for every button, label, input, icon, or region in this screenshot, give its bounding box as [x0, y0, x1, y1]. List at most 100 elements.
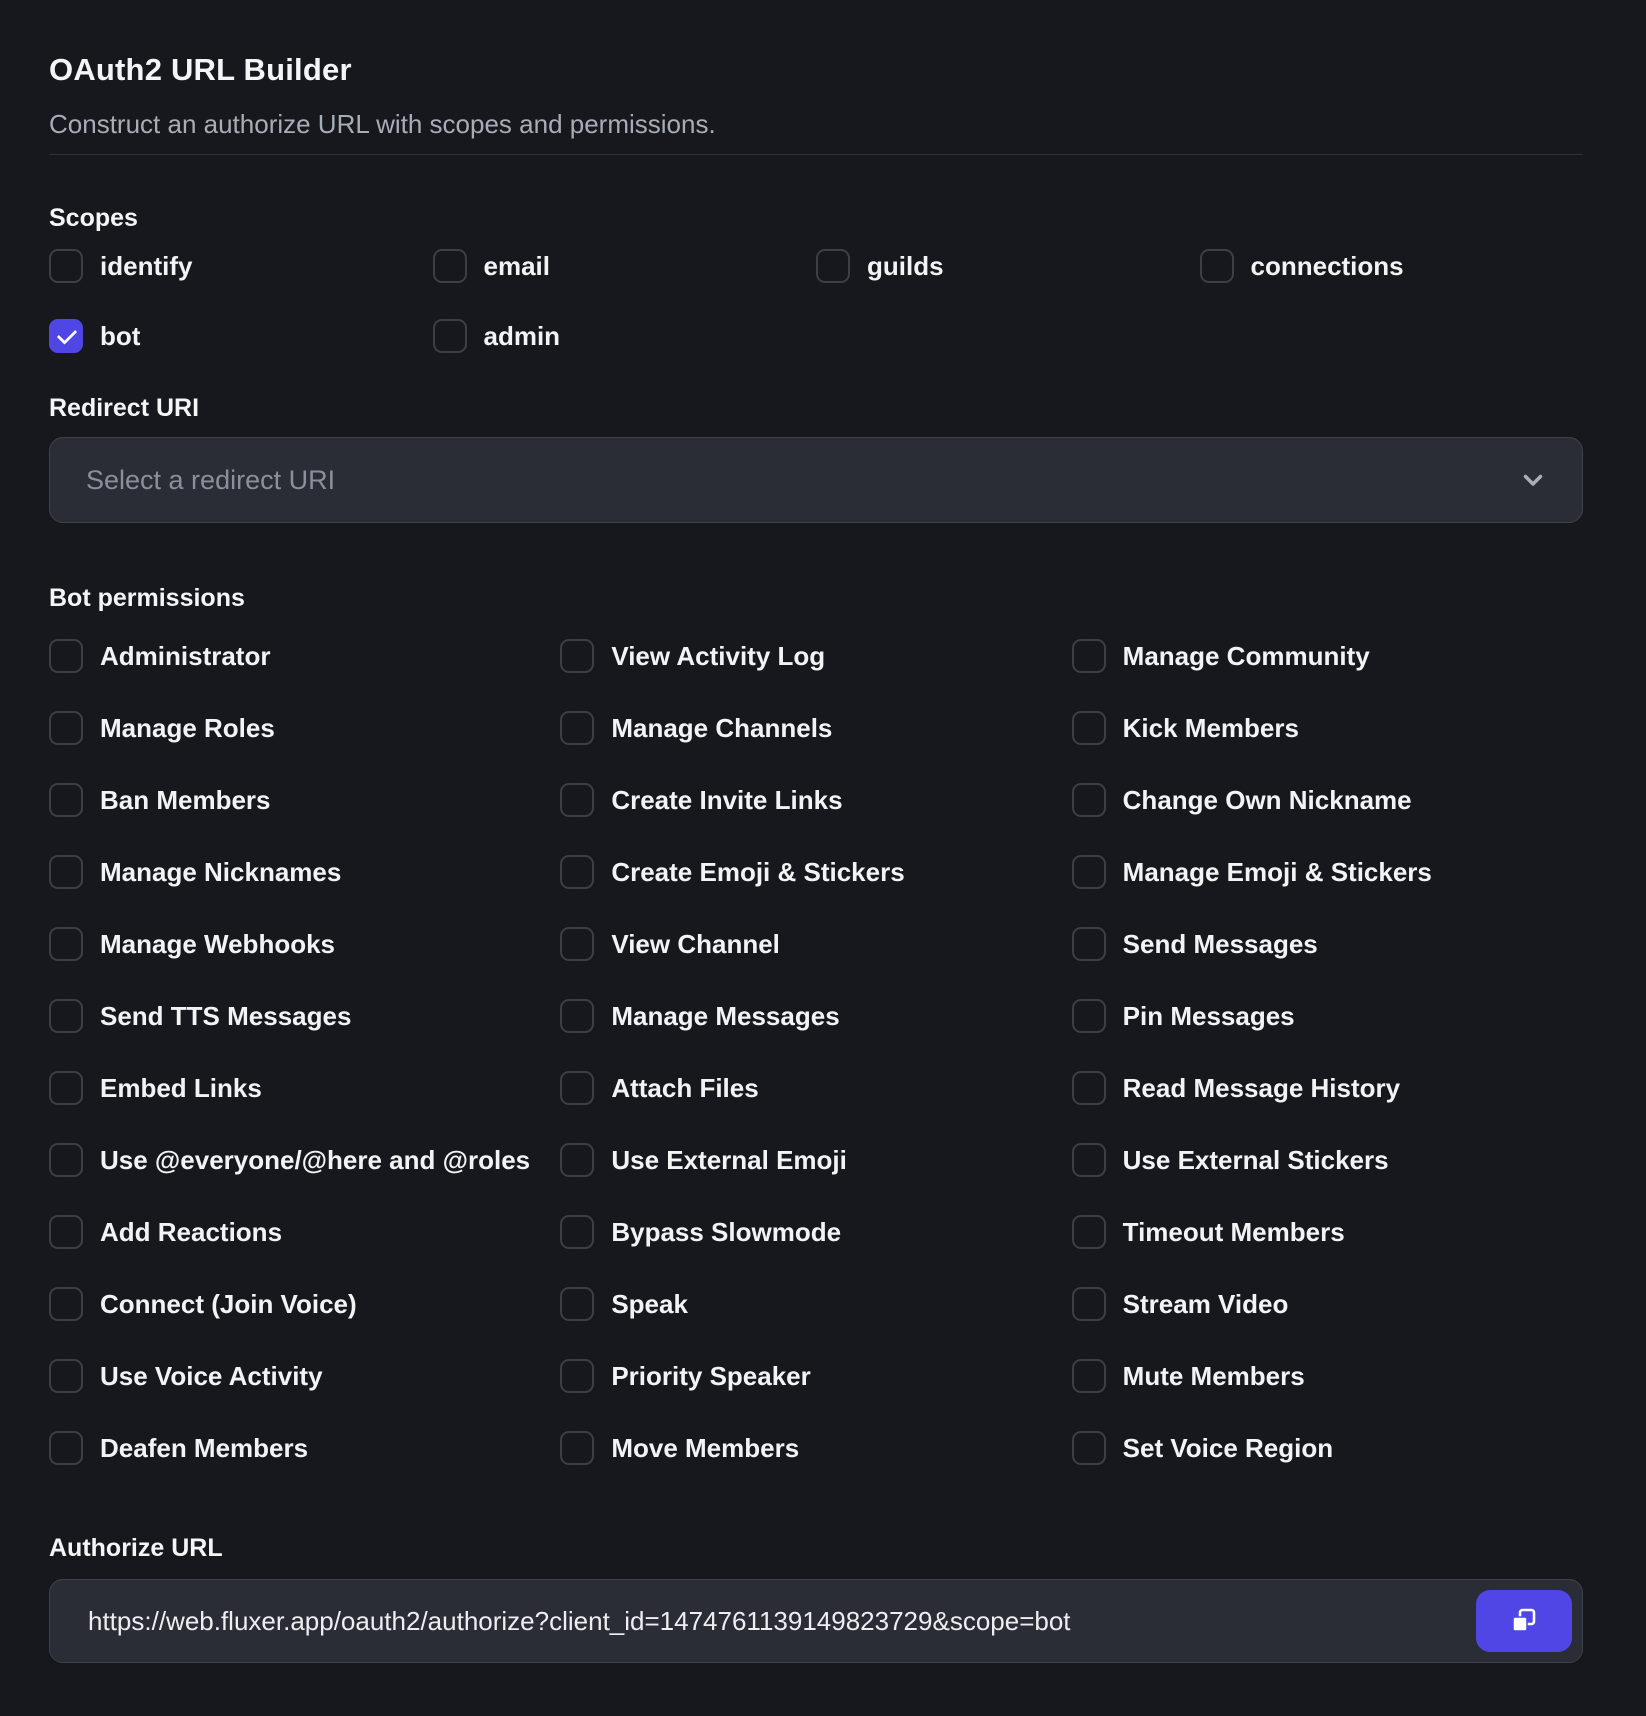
checkbox[interactable] — [560, 1287, 594, 1321]
checkbox[interactable] — [49, 711, 83, 745]
permission-checkbox-add-reactions[interactable]: Add Reactions — [49, 1215, 560, 1249]
permission-checkbox-send-messages[interactable]: Send Messages — [1072, 927, 1583, 961]
checkbox[interactable] — [1072, 1071, 1106, 1105]
checkbox[interactable] — [49, 1359, 83, 1393]
permission-checkbox-attach-files[interactable]: Attach Files — [560, 1071, 1071, 1105]
permission-checkbox-change-own-nickname[interactable]: Change Own Nickname — [1072, 783, 1583, 817]
permission-checkbox-deafen-members[interactable]: Deafen Members — [49, 1431, 560, 1465]
checkbox[interactable] — [49, 639, 83, 673]
checkbox[interactable] — [1072, 1431, 1106, 1465]
permission-checkbox-kick-members[interactable]: Kick Members — [1072, 711, 1583, 745]
checkbox[interactable] — [49, 1431, 83, 1465]
permission-checkbox-use-external-stickers[interactable]: Use External Stickers — [1072, 1143, 1583, 1177]
checkbox-label: Create Invite Links — [611, 785, 842, 816]
checkbox-label: Create Emoji & Stickers — [611, 857, 904, 888]
checkbox[interactable] — [1072, 1143, 1106, 1177]
checkbox[interactable] — [560, 711, 594, 745]
checkbox-label: Move Members — [611, 1433, 799, 1464]
permission-checkbox-view-channel[interactable]: View Channel — [560, 927, 1071, 961]
checkbox-label: Set Voice Region — [1123, 1433, 1333, 1464]
checkbox[interactable] — [49, 999, 83, 1033]
authorize-url-field: https://web.fluxer.app/oauth2/authorize?… — [49, 1579, 1583, 1663]
checkbox[interactable] — [560, 999, 594, 1033]
scope-checkbox-identify[interactable]: identify — [49, 249, 433, 283]
checkbox[interactable] — [1072, 927, 1106, 961]
checkbox[interactable] — [433, 319, 467, 353]
checkbox[interactable] — [1072, 639, 1106, 673]
permission-checkbox-bypass-slowmode[interactable]: Bypass Slowmode — [560, 1215, 1071, 1249]
copy-url-button[interactable] — [1476, 1590, 1572, 1652]
checkbox[interactable] — [49, 319, 83, 353]
divider — [49, 154, 1583, 155]
checkbox-label: admin — [484, 321, 561, 352]
permission-checkbox-priority-speaker[interactable]: Priority Speaker — [560, 1359, 1071, 1393]
permission-checkbox-timeout-members[interactable]: Timeout Members — [1072, 1215, 1583, 1249]
permission-checkbox-use-external-emoji[interactable]: Use External Emoji — [560, 1143, 1071, 1177]
permission-checkbox-embed-links[interactable]: Embed Links — [49, 1071, 560, 1105]
permission-checkbox-move-members[interactable]: Move Members — [560, 1431, 1071, 1465]
checkbox[interactable] — [433, 249, 467, 283]
permission-checkbox-view-activity-log[interactable]: View Activity Log — [560, 639, 1071, 673]
checkbox-label: guilds — [867, 251, 944, 282]
checkbox[interactable] — [560, 855, 594, 889]
checkbox[interactable] — [49, 1143, 83, 1177]
permission-checkbox-send-tts-messages[interactable]: Send TTS Messages — [49, 999, 560, 1033]
scope-checkbox-connections[interactable]: connections — [1200, 249, 1584, 283]
checkbox[interactable] — [560, 927, 594, 961]
permission-checkbox-administrator[interactable]: Administrator — [49, 639, 560, 673]
checkbox[interactable] — [560, 1215, 594, 1249]
checkbox-label: Read Message History — [1123, 1073, 1400, 1104]
checkbox[interactable] — [49, 927, 83, 961]
checkbox[interactable] — [49, 855, 83, 889]
checkbox[interactable] — [1072, 999, 1106, 1033]
permission-checkbox-speak[interactable]: Speak — [560, 1287, 1071, 1321]
permission-checkbox-manage-roles[interactable]: Manage Roles — [49, 711, 560, 745]
permission-checkbox-use-voice-activity[interactable]: Use Voice Activity — [49, 1359, 560, 1393]
permission-checkbox-connect-join-voice[interactable]: Connect (Join Voice) — [49, 1287, 560, 1321]
redirect-uri-select[interactable]: Select a redirect URI — [49, 437, 1583, 523]
checkbox[interactable] — [49, 1215, 83, 1249]
permission-checkbox-stream-video[interactable]: Stream Video — [1072, 1287, 1583, 1321]
permission-checkbox-manage-channels[interactable]: Manage Channels — [560, 711, 1071, 745]
checkbox[interactable] — [1200, 249, 1234, 283]
scope-checkbox-guilds[interactable]: guilds — [816, 249, 1200, 283]
checkbox[interactable] — [1072, 711, 1106, 745]
checkbox-label: Priority Speaker — [611, 1361, 810, 1392]
checkbox[interactable] — [49, 783, 83, 817]
checkbox[interactable] — [560, 1071, 594, 1105]
checkbox[interactable] — [816, 249, 850, 283]
permission-checkbox-set-voice-region[interactable]: Set Voice Region — [1072, 1431, 1583, 1465]
checkbox[interactable] — [560, 639, 594, 673]
permission-checkbox-create-emoji-stickers[interactable]: Create Emoji & Stickers — [560, 855, 1071, 889]
scope-checkbox-bot[interactable]: bot — [49, 319, 433, 353]
permission-checkbox-manage-nicknames[interactable]: Manage Nicknames — [49, 855, 560, 889]
checkbox[interactable] — [1072, 855, 1106, 889]
permission-checkbox-manage-webhooks[interactable]: Manage Webhooks — [49, 927, 560, 961]
checkbox[interactable] — [560, 783, 594, 817]
scope-checkbox-email[interactable]: email — [433, 249, 817, 283]
permission-checkbox-manage-community[interactable]: Manage Community — [1072, 639, 1583, 673]
permission-checkbox-use-everyone-here-and-roles[interactable]: Use @everyone/@here and @roles — [49, 1143, 560, 1177]
checkbox[interactable] — [49, 1287, 83, 1321]
checkbox[interactable] — [1072, 1359, 1106, 1393]
checkbox[interactable] — [49, 249, 83, 283]
checkbox[interactable] — [560, 1359, 594, 1393]
permission-checkbox-manage-messages[interactable]: Manage Messages — [560, 999, 1071, 1033]
checkbox[interactable] — [1072, 1287, 1106, 1321]
checkbox-label: Manage Messages — [611, 1001, 839, 1032]
authorize-url-input[interactable]: https://web.fluxer.app/oauth2/authorize?… — [50, 1606, 1582, 1637]
permission-checkbox-read-message-history[interactable]: Read Message History — [1072, 1071, 1583, 1105]
permission-checkbox-ban-members[interactable]: Ban Members — [49, 783, 560, 817]
checkbox[interactable] — [49, 1071, 83, 1105]
permission-checkbox-pin-messages[interactable]: Pin Messages — [1072, 999, 1583, 1033]
checkbox[interactable] — [1072, 1215, 1106, 1249]
permission-checkbox-mute-members[interactable]: Mute Members — [1072, 1359, 1583, 1393]
scope-checkbox-admin[interactable]: admin — [433, 319, 817, 353]
permission-checkbox-create-invite-links[interactable]: Create Invite Links — [560, 783, 1071, 817]
checkbox[interactable] — [560, 1431, 594, 1465]
checkbox-label: Manage Nicknames — [100, 857, 341, 888]
checkbox[interactable] — [560, 1143, 594, 1177]
checkbox[interactable] — [1072, 783, 1106, 817]
checkbox-label: Add Reactions — [100, 1217, 282, 1248]
permission-checkbox-manage-emoji-stickers[interactable]: Manage Emoji & Stickers — [1072, 855, 1583, 889]
